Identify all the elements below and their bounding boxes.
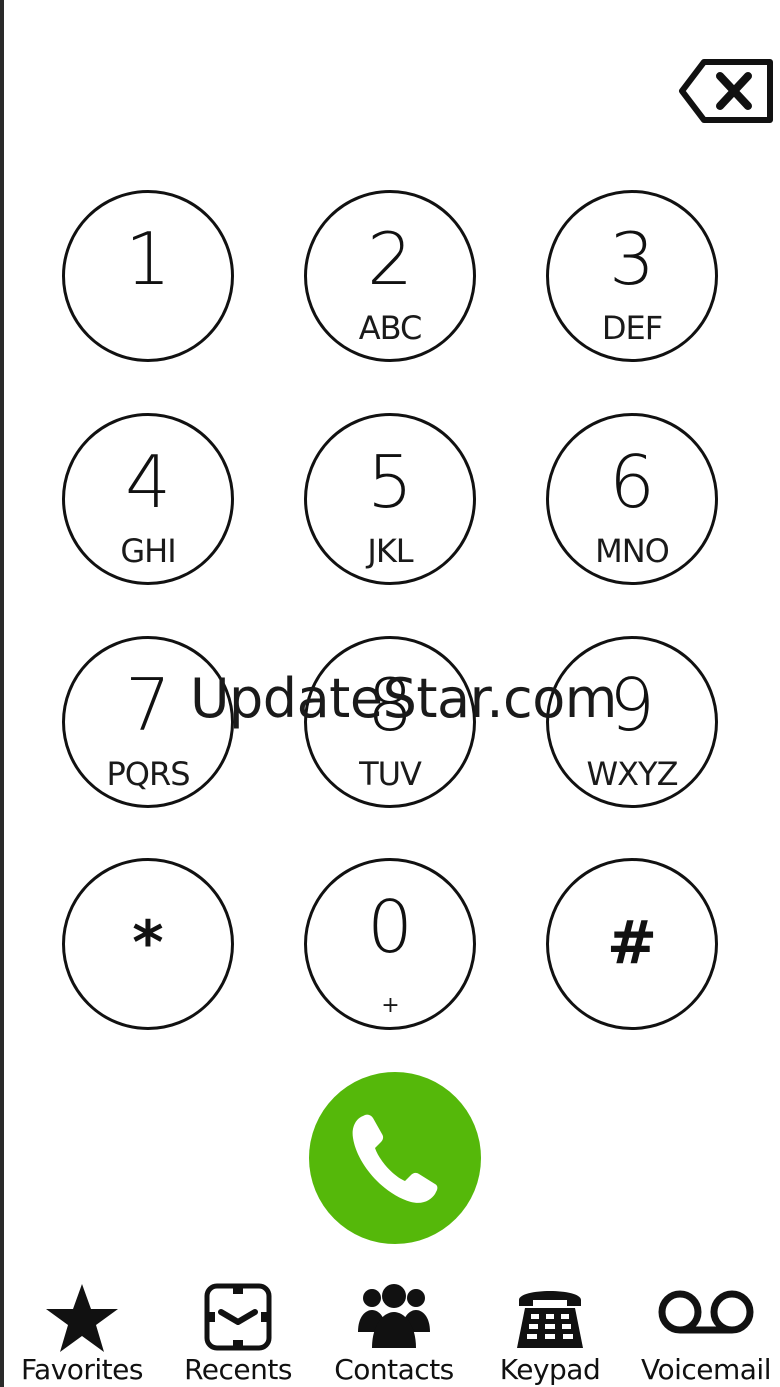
key-digit: 9 xyxy=(609,663,655,747)
key-2[interactable]: 2 ABC xyxy=(304,190,476,362)
key-letters: WXYZ xyxy=(586,755,678,793)
key-8[interactable]: 8 TUV xyxy=(304,636,476,808)
key-5[interactable]: 5 JKL xyxy=(304,413,476,585)
key-9[interactable]: 9 WXYZ xyxy=(546,636,718,808)
keypad-icon xyxy=(517,1291,583,1348)
key-letters: DEF xyxy=(601,309,663,347)
key-4[interactable]: 4 GHI xyxy=(62,413,234,585)
window-edge xyxy=(0,0,4,1387)
key-digit: # xyxy=(606,908,658,978)
key-digit: 8 xyxy=(367,663,413,747)
backspace-icon xyxy=(679,59,773,123)
tab-contacts[interactable]: Contacts xyxy=(334,1282,454,1387)
key-letters: MNO xyxy=(595,532,670,570)
key-digit: * xyxy=(132,908,164,978)
key-digit: 0 xyxy=(367,885,413,969)
key-letters: JKL xyxy=(367,532,413,570)
voicemail-icon xyxy=(658,1290,754,1334)
key-digit: 2 xyxy=(367,217,413,301)
key-digit: 5 xyxy=(367,440,413,524)
tab-label: Contacts xyxy=(334,1353,454,1386)
key-7[interactable]: 7 PQRS xyxy=(62,636,234,808)
key-digit: 3 xyxy=(609,217,655,301)
key-digit: 6 xyxy=(609,440,655,524)
key-0[interactable]: 0 + xyxy=(304,858,476,1030)
contacts-icon xyxy=(358,1284,430,1348)
key-3[interactable]: 3 DEF xyxy=(546,190,718,362)
tab-recents[interactable]: Recents xyxy=(184,1282,292,1387)
tab-voicemail[interactable]: Voicemail xyxy=(641,1282,772,1387)
key-digit: 7 xyxy=(125,663,171,747)
tab-label: Recents xyxy=(184,1353,292,1386)
key-6[interactable]: 6 MNO xyxy=(546,413,718,585)
key-letters: GHI xyxy=(120,532,176,570)
call-button[interactable] xyxy=(309,1072,481,1244)
tab-keypad[interactable]: Keypad xyxy=(498,1282,602,1387)
key-digit: 4 xyxy=(125,440,171,524)
key-letters: ABC xyxy=(358,309,423,347)
phone-icon xyxy=(352,1114,438,1203)
backspace-button[interactable] xyxy=(676,56,776,126)
tab-label: Keypad xyxy=(499,1353,601,1386)
key-letters: TUV xyxy=(359,755,422,793)
key-digit: 1 xyxy=(125,217,171,301)
key-1[interactable]: 1 xyxy=(62,190,234,362)
tab-label: Voicemail xyxy=(640,1353,772,1386)
star-icon xyxy=(46,1284,118,1352)
key-letters: + xyxy=(381,993,399,1018)
key-star[interactable]: * xyxy=(62,858,234,1030)
tab-favorites[interactable]: Favorites xyxy=(21,1282,143,1387)
key-letters: PQRS xyxy=(106,755,190,793)
key-hash[interactable]: # xyxy=(546,858,718,1030)
tab-label: Favorites xyxy=(21,1353,143,1386)
clock-icon xyxy=(204,1283,272,1351)
